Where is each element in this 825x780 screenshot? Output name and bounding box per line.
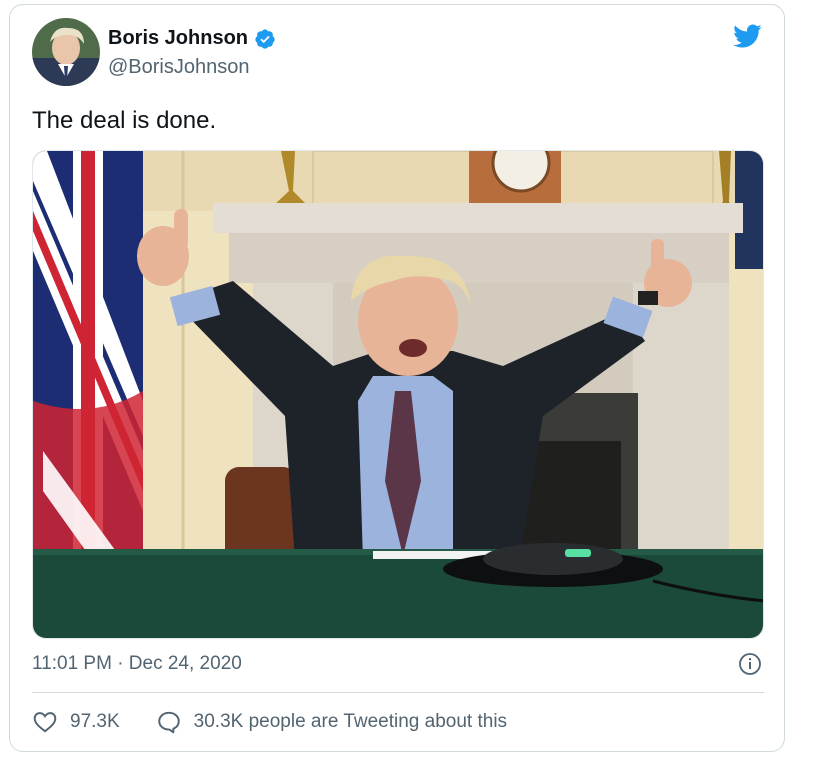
twitter-bird-icon[interactable] [730,21,764,51]
tweet-photo[interactable] [32,150,764,639]
avatar-image [32,18,100,86]
author-name[interactable]: Boris Johnson [108,27,248,50]
tweet-timestamp[interactable]: 11:01 PM · Dec 24, 2020 [32,653,242,675]
tweet-text: The deal is done. [32,107,217,134]
conversation-label: 30.3K people are Tweeting about this [193,711,508,732]
divider [32,692,764,693]
author-name-row: Boris Johnson [108,27,276,50]
like-button[interactable]: 97.3K [32,709,120,735]
photo-image [33,151,763,638]
conversation-button[interactable]: 30.3K people are Tweeting about this [156,709,507,735]
heart-icon [33,712,57,733]
like-count: 97.3K [70,711,120,732]
tweet-actions: 97.3K 30.3K people are Tweeting about th… [32,709,507,735]
author-avatar[interactable] [32,18,100,86]
author-handle[interactable]: @BorisJohnson [108,56,249,79]
tweet-card: Boris Johnson @BorisJohnson The deal is … [9,4,785,752]
verified-badge-icon [254,28,276,50]
info-icon[interactable] [738,652,762,676]
speech-bubble-icon [157,711,180,734]
